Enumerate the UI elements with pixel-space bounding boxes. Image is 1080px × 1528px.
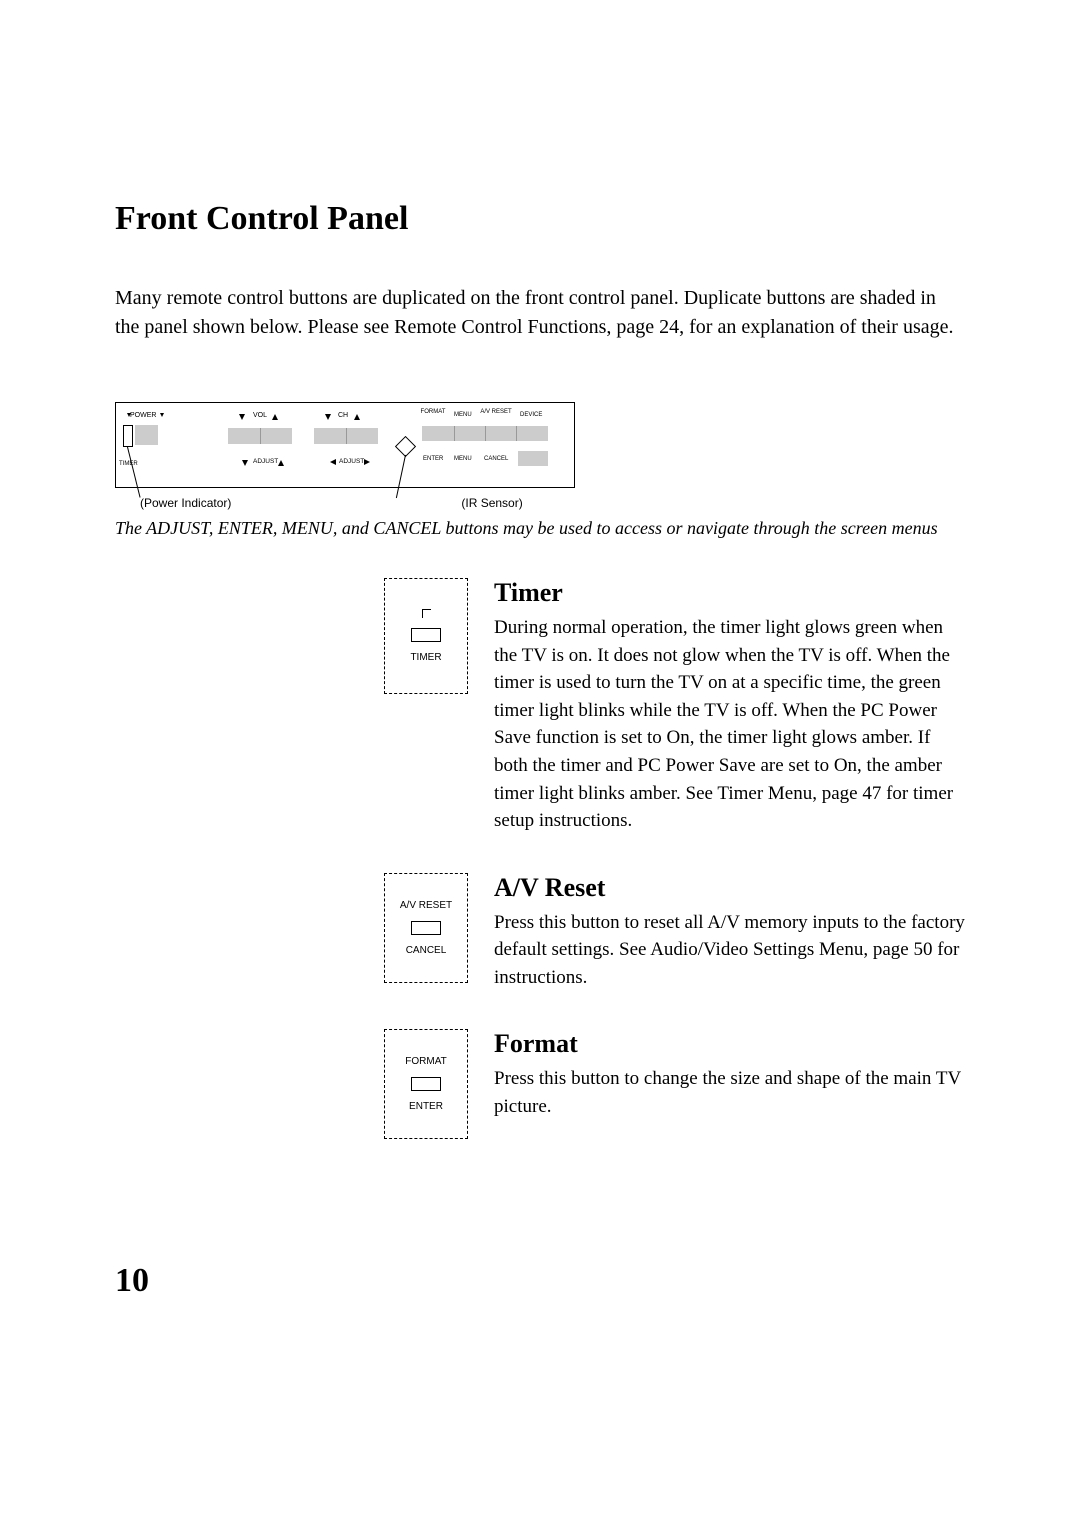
label-avreset: A/V RESET [479, 409, 513, 415]
label-format: FORMAT [418, 409, 448, 415]
label-cancel: CANCEL [484, 456, 508, 462]
label-vol: VOL [253, 412, 267, 419]
text-avreset: Press this button to reset all A/V memor… [494, 909, 965, 992]
callout-avreset-bottom: CANCEL [406, 945, 447, 956]
text-format: Press this button to change the size and… [494, 1065, 965, 1120]
heading-format: Format [494, 1029, 965, 1059]
label-enter: ENTER [423, 456, 443, 462]
label-ch: CH [338, 412, 348, 419]
timer-box-icon [411, 628, 441, 642]
panel-caption: The ADJUST, ENTER, MENU, and CANCEL butt… [115, 516, 965, 540]
avreset-box-icon [411, 921, 441, 935]
heading-avreset: A/V Reset [494, 873, 965, 903]
callout-format-top: FORMAT [405, 1056, 446, 1067]
panel-diagram: POWER TIMER VOL ADJUST CH [115, 402, 965, 510]
callout-avreset-top: A/V RESET [400, 900, 452, 911]
label-adjust-v: ADJUST [253, 458, 278, 465]
label-adjust-h: ADJUST [339, 458, 364, 465]
section-avreset: A/V RESET CANCEL A/V Reset Press this bu… [115, 873, 965, 992]
section-format: FORMAT ENTER Format Press this button to… [115, 1029, 965, 1139]
intro-text: Many remote control buttons are duplicat… [115, 284, 965, 342]
callout-format-bottom: ENTER [409, 1101, 443, 1112]
label-timer-small: TIMER [119, 461, 138, 467]
section-timer: TIMER Timer During normal operation, the… [115, 578, 965, 834]
label-device: DEVICE [520, 412, 542, 418]
timer-indicator-icon [422, 609, 431, 618]
label-ir-sensor: (IR Sensor) [461, 496, 522, 510]
label-power-indicator: (Power Indicator) [140, 496, 231, 510]
format-box-icon [411, 1077, 441, 1091]
page-number: 10 [115, 1262, 149, 1300]
text-timer: During normal operation, the timer light… [494, 614, 965, 834]
label-menu2: MENU [454, 456, 472, 462]
page-title: Front Control Panel [115, 200, 965, 238]
heading-timer: Timer [494, 578, 965, 608]
label-menu: MENU [454, 412, 472, 418]
label-power: POWER [130, 412, 156, 419]
callout-timer-label: TIMER [410, 652, 441, 663]
